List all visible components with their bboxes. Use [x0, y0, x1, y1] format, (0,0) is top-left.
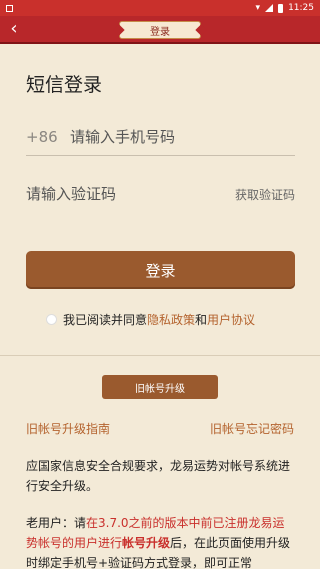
chevron-left-icon: ‹	[10, 18, 18, 39]
phone-input[interactable]	[70, 127, 295, 146]
privacy-policy-link[interactable]: 隐私政策	[147, 311, 195, 328]
notice-prefix: 老用户：请	[26, 516, 87, 530]
page-header-title: 登录	[150, 26, 170, 38]
notice-paragraph: 应国家信息安全合规要求，龙易运势对帐号系统进行安全升级。	[26, 459, 291, 493]
back-button[interactable]: ‹	[4, 19, 24, 41]
get-code-button[interactable]: 获取验证码	[235, 186, 295, 203]
country-code[interactable]: +86	[26, 128, 70, 146]
upgrade-guide-link[interactable]: 旧帐号升级指南	[26, 420, 110, 437]
signal-icon	[265, 4, 274, 12]
user-agreement-link[interactable]: 用户协议	[207, 311, 255, 328]
forgot-password-link[interactable]: 旧帐号忘记密码	[210, 420, 294, 437]
verification-code-input[interactable]	[26, 185, 235, 203]
section-divider	[0, 355, 320, 356]
status-time: 11:25	[288, 3, 314, 13]
battery-icon	[278, 3, 284, 13]
phone-row: +86	[26, 118, 295, 156]
page-title: 短信登录	[26, 74, 103, 96]
notice-paragraph-old-users: 老用户：请在3.7.0之前的版本中前已注册龙易运势帐号的用户进行帐号升级后，在此…	[26, 513, 296, 569]
login-button[interactable]: 登录	[26, 251, 295, 289]
agreement-conjunction: 和	[195, 312, 208, 327]
top-bar: ‹ 登录	[0, 16, 320, 44]
legacy-upgrade-button[interactable]: 旧帐号升级	[102, 375, 218, 399]
status-bar: ▾ 11:25	[0, 0, 320, 16]
app-notification-icon	[6, 4, 13, 12]
agreement-row: 我已阅读并同意 隐私政策 和 用户协议	[46, 310, 286, 328]
title-plate: 登录	[119, 21, 201, 39]
agreement-prefix: 我已阅读并同意	[63, 312, 148, 327]
code-row: 获取验证码	[26, 176, 295, 212]
wifi-icon: ▾	[255, 3, 261, 13]
notice-bold-text: 帐号升级	[122, 536, 171, 550]
agreement-radio[interactable]	[46, 313, 57, 325]
